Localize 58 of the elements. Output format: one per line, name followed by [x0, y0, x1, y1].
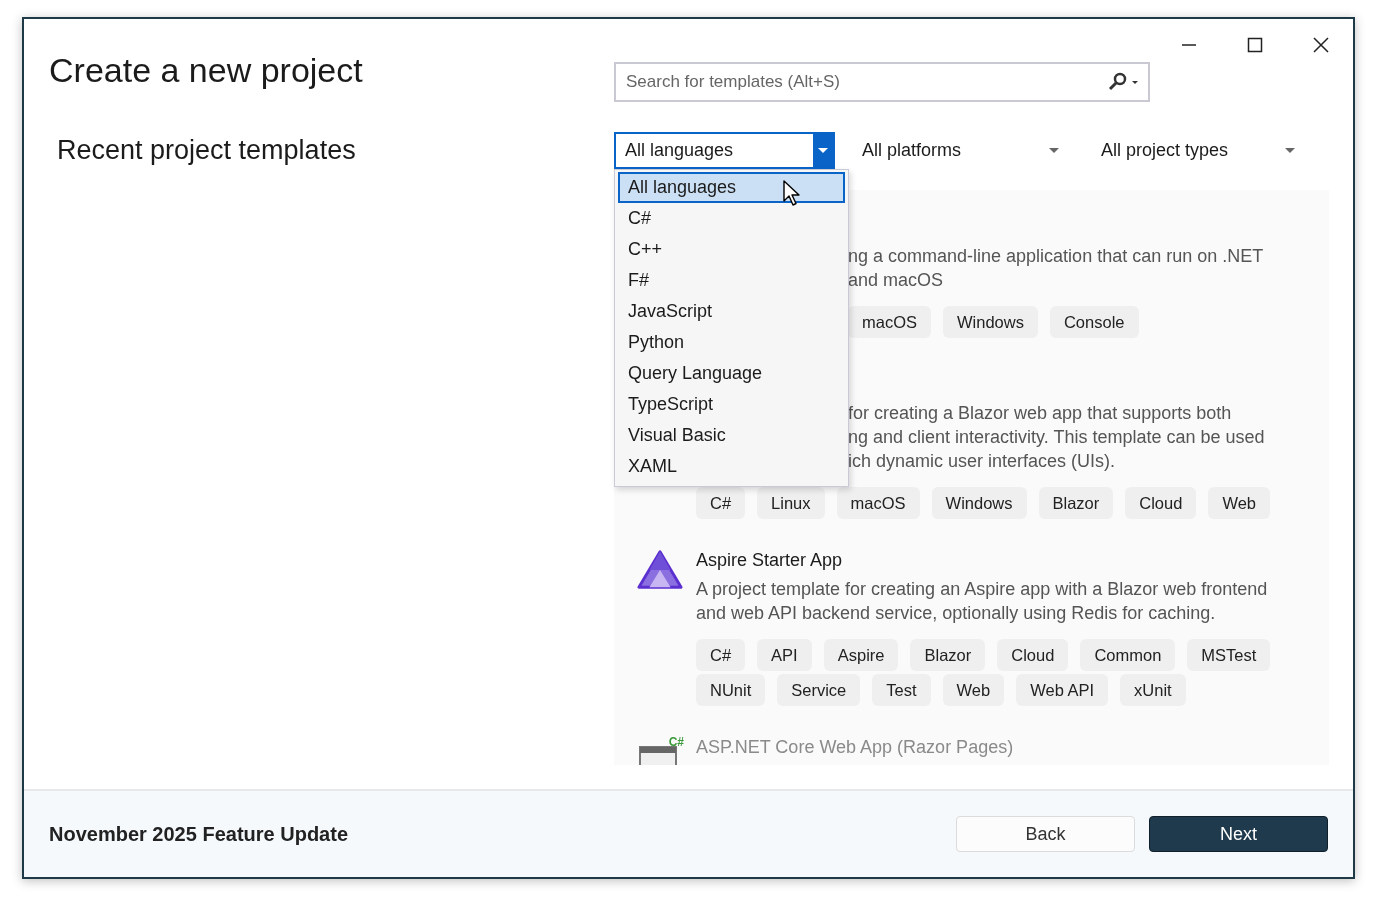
minimize-icon — [1181, 44, 1197, 46]
search-icon[interactable] — [1106, 72, 1140, 92]
tag: C# — [696, 487, 746, 519]
tag: MSTest — [1187, 639, 1271, 671]
search-input[interactable]: Search for templates (Alt+S) — [624, 71, 1106, 93]
tag: Aspire — [823, 639, 899, 671]
tag: Web — [942, 674, 1005, 706]
template-description: A project template for creating an Aspire app with a Blazor web frontend — [696, 578, 1269, 601]
menu-item[interactable]: JavaScript — [618, 296, 845, 327]
template-description: for creating a Blazor web app that supports both — [848, 402, 1233, 425]
caret-icon — [1285, 147, 1295, 154]
next-button[interactable]: Next — [1149, 816, 1328, 852]
tag: macOS — [848, 306, 931, 338]
tag: Blazor — [910, 639, 986, 671]
pointer-icon — [783, 180, 801, 206]
menu-item[interactable]: Visual Basic — [618, 420, 845, 451]
tag: Common — [1080, 639, 1176, 671]
window-title: Create a new project — [49, 50, 364, 91]
menu-item[interactable]: Python — [618, 327, 845, 358]
tag: Blazor — [1038, 487, 1114, 519]
template-description: and macOS — [848, 269, 945, 292]
template-description: ng a command-line application that can run on .NET — [848, 245, 1265, 268]
section-heading: Recent project templates — [57, 135, 357, 166]
triangle-logo-icon — [636, 548, 684, 592]
template-title[interactable]: Aspire Starter App — [696, 548, 1307, 572]
caret-icon — [818, 147, 828, 154]
tag: Web API — [1016, 674, 1109, 706]
tag: Test — [872, 674, 931, 706]
search-field[interactable]: Search for templates (Alt+S) — [614, 62, 1150, 102]
menu-item[interactable]: C# — [618, 203, 845, 234]
tag: xUnit — [1120, 674, 1186, 706]
menu-item[interactable]: C++ — [618, 234, 845, 265]
filter-dropdown[interactable]: All languages — [614, 132, 835, 169]
tag: Windows — [943, 306, 1038, 338]
tag: Web — [1208, 487, 1271, 519]
template-description: ng and client interactivity. This template can be used — [848, 426, 1266, 449]
tag: C# — [696, 639, 746, 671]
caret-icon — [1049, 147, 1059, 154]
tag: API — [757, 639, 812, 671]
menu-item[interactable]: Query Language — [618, 358, 845, 389]
tag: Cloud — [997, 639, 1069, 671]
tag: Service — [777, 674, 861, 706]
template-description: ich dynamic user interfaces (UIs). — [848, 450, 1117, 473]
tag: Linux — [757, 487, 825, 519]
tag: macOS — [836, 487, 920, 519]
maximize-icon — [1247, 37, 1263, 53]
menu-item[interactable]: XAML — [618, 451, 845, 482]
tag: NUnit — [696, 674, 766, 706]
tag: Console — [1049, 306, 1139, 338]
template-description: and web API backend service, optionally using Redis for caching. — [696, 602, 1217, 625]
menu-item[interactable]: F# — [618, 265, 845, 296]
tag: Windows — [931, 487, 1027, 519]
menu-item[interactable]: TypeScript — [618, 389, 845, 420]
version-label: November 2025 Feature Update — [49, 822, 349, 846]
close-icon — [1313, 37, 1329, 53]
tag: Cloud — [1125, 487, 1197, 519]
back-button[interactable]: Back — [956, 816, 1135, 852]
menu-item[interactable]: All languages — [618, 172, 845, 203]
